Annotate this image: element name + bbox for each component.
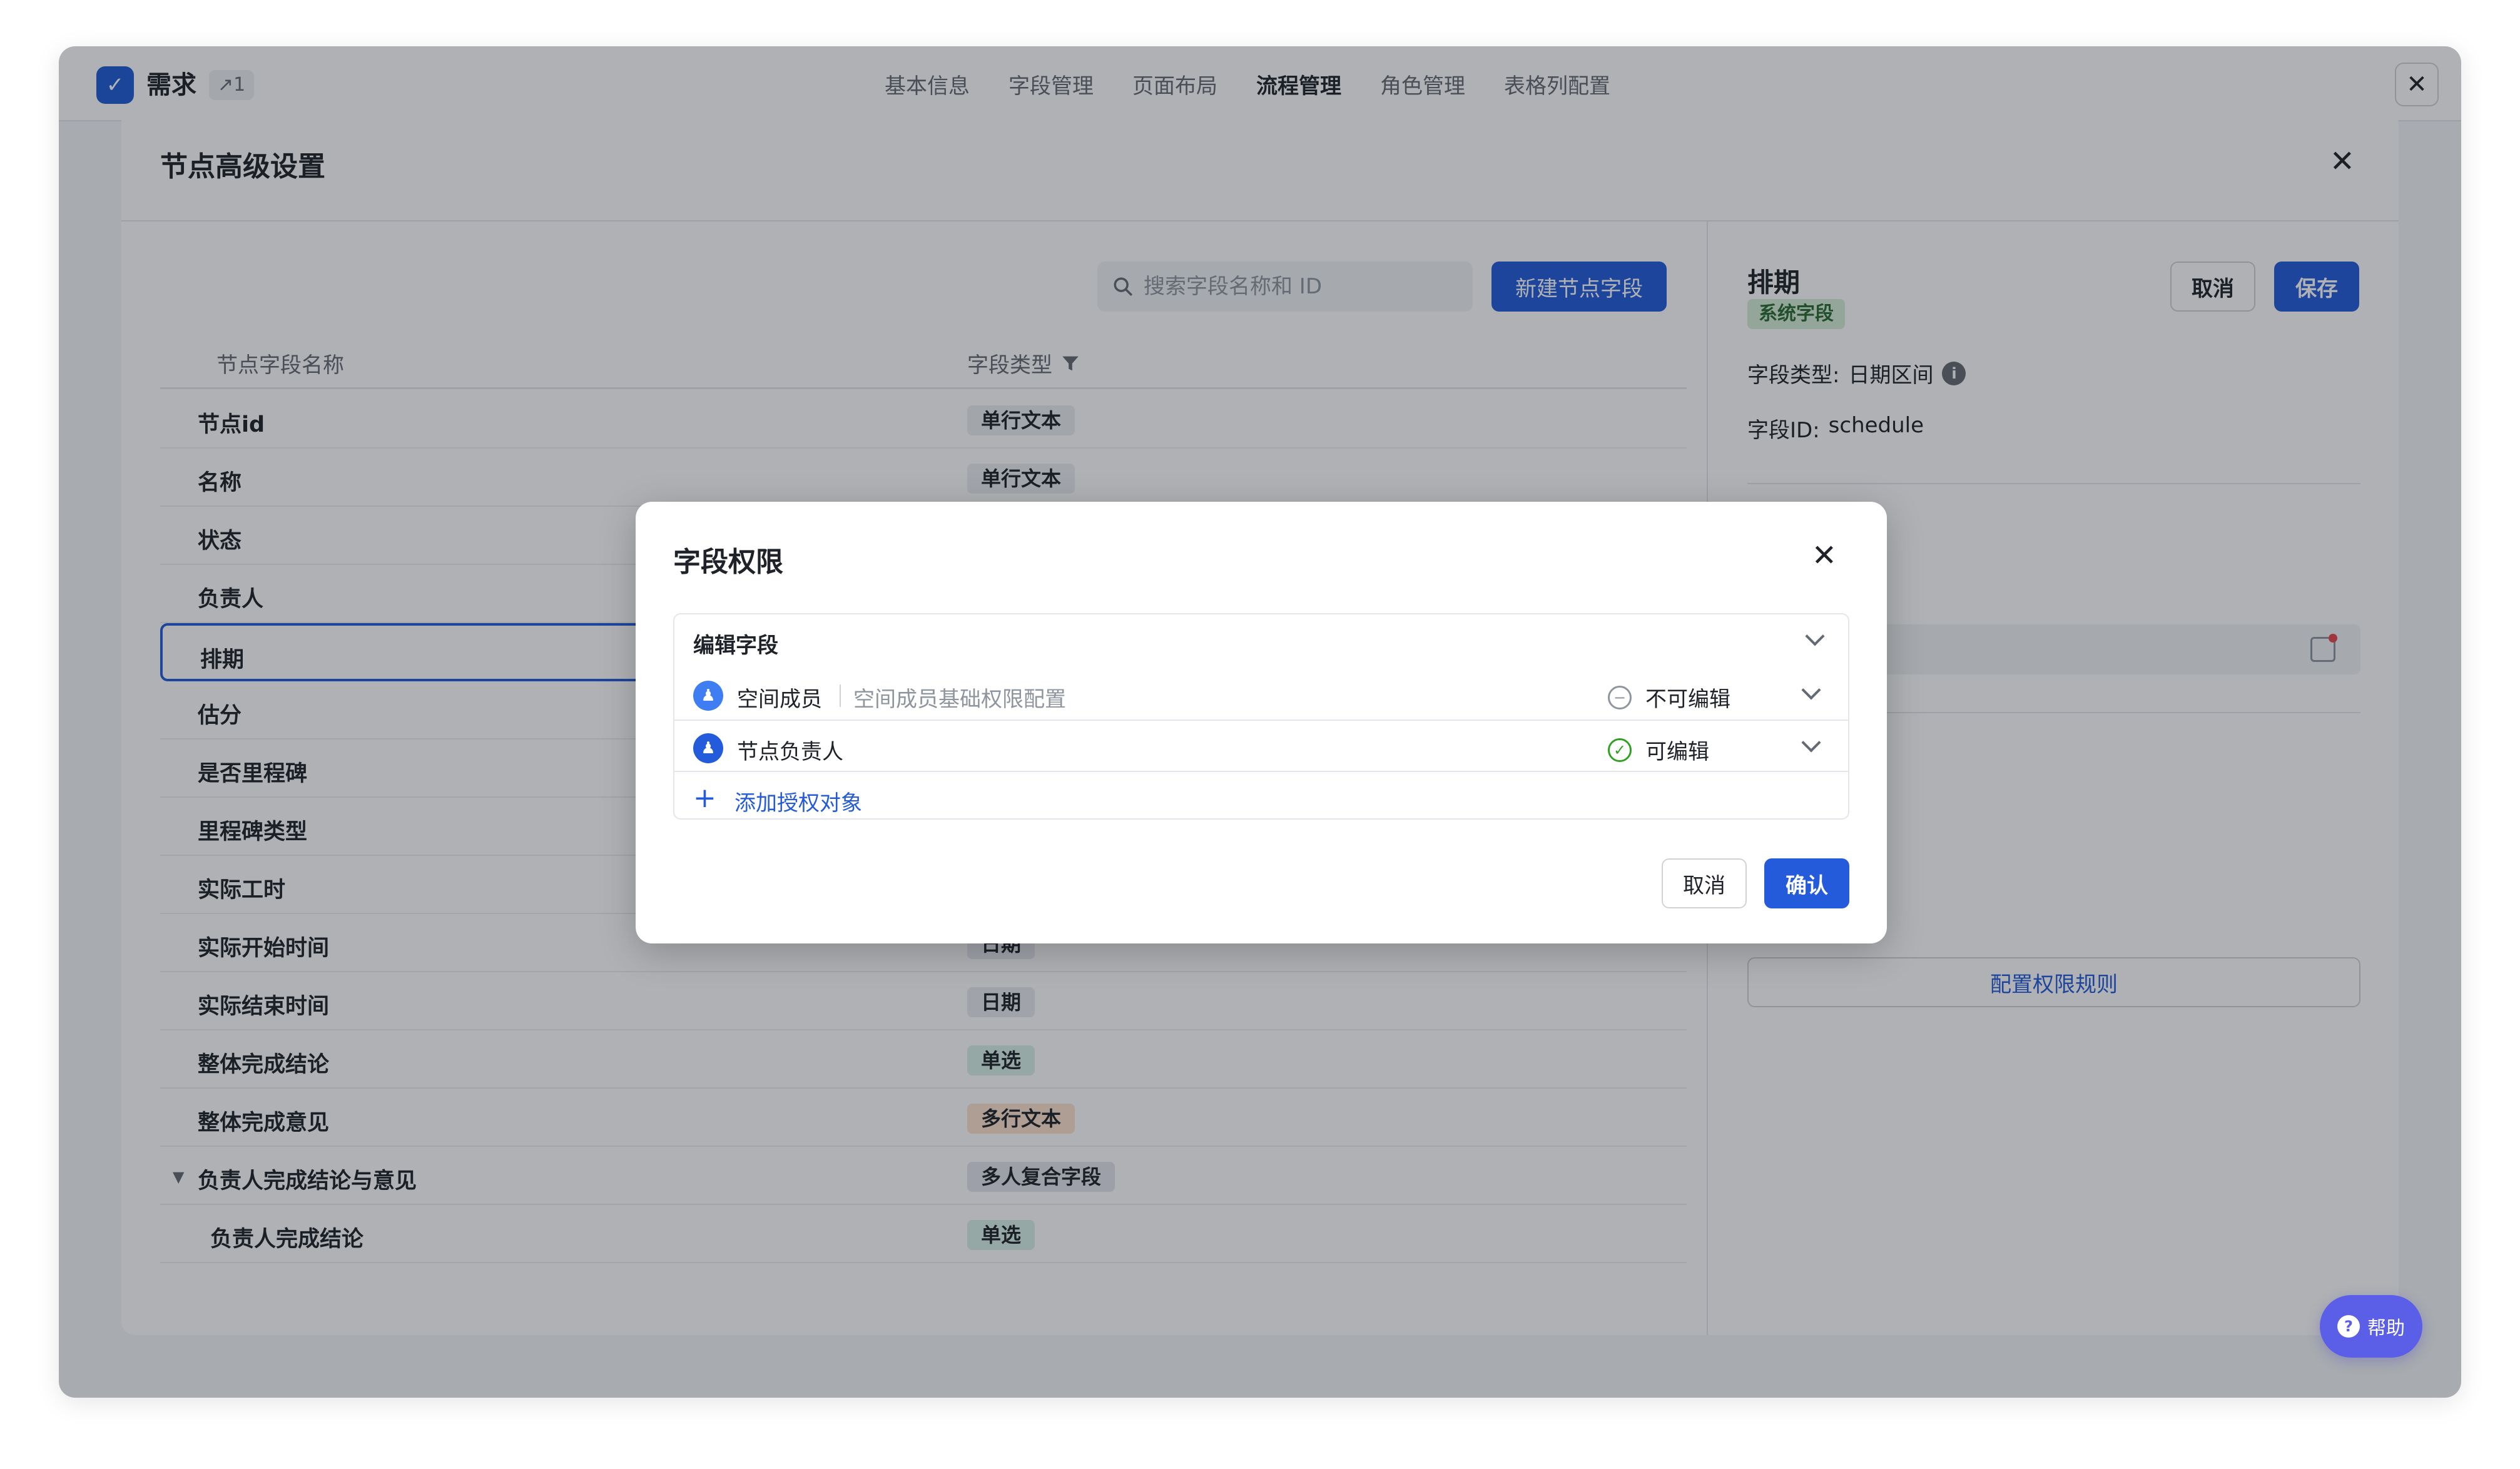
- dialog-title: 字段权限: [673, 546, 783, 578]
- permission-status-select[interactable]: 不可编辑: [1645, 682, 1730, 713]
- permission-row-node-owner: ♟ 节点负责人 ✓ 可编辑: [674, 719, 1848, 771]
- chevron-down-icon[interactable]: [1801, 680, 1821, 700]
- chevron-down-icon[interactable]: [1801, 733, 1821, 753]
- dialog-close-icon[interactable]: ✕: [1812, 538, 1837, 573]
- field-permission-dialog: 字段权限 ✕ 编辑字段 ♟ 空间成员 空间成员基础权限配置 − 不可编辑 ♟ 节…: [636, 502, 1887, 943]
- not-editable-icon: −: [1608, 686, 1632, 709]
- role-user-icon: ♟: [693, 733, 723, 763]
- dialog-confirm-button[interactable]: 确认: [1764, 858, 1849, 908]
- edit-field-section-header[interactable]: 编辑字段: [674, 614, 1848, 668]
- permission-box: 编辑字段 ♟ 空间成员 空间成员基础权限配置 − 不可编辑 ♟ 节点负责人 ✓ …: [673, 613, 1849, 820]
- add-authorization-label: 添加授权对象: [734, 791, 862, 816]
- help-label: 帮助: [2367, 1318, 2405, 1339]
- role-description: 空间成员基础权限配置: [853, 687, 1066, 712]
- dialog-cancel-button[interactable]: 取消: [1662, 858, 1747, 908]
- help-button[interactable]: ? 帮助: [2320, 1295, 2422, 1358]
- chevron-down-icon[interactable]: [1805, 626, 1825, 646]
- plus-icon: +: [693, 782, 716, 814]
- role-separator: [840, 684, 841, 707]
- permission-status-select[interactable]: 可编辑: [1645, 734, 1709, 765]
- editable-check-icon: ✓: [1608, 738, 1632, 762]
- permission-row-space-member: ♟ 空间成员 空间成员基础权限配置 − 不可编辑: [674, 668, 1848, 719]
- edit-field-section-label: 编辑字段: [693, 633, 778, 658]
- role-group-icon: ♟: [693, 681, 723, 711]
- role-name: 节点负责人: [737, 740, 843, 765]
- role-name: 空间成员: [737, 687, 822, 712]
- add-authorization-target[interactable]: + 添加授权对象: [674, 771, 1848, 822]
- help-question-icon: ?: [2337, 1315, 2360, 1338]
